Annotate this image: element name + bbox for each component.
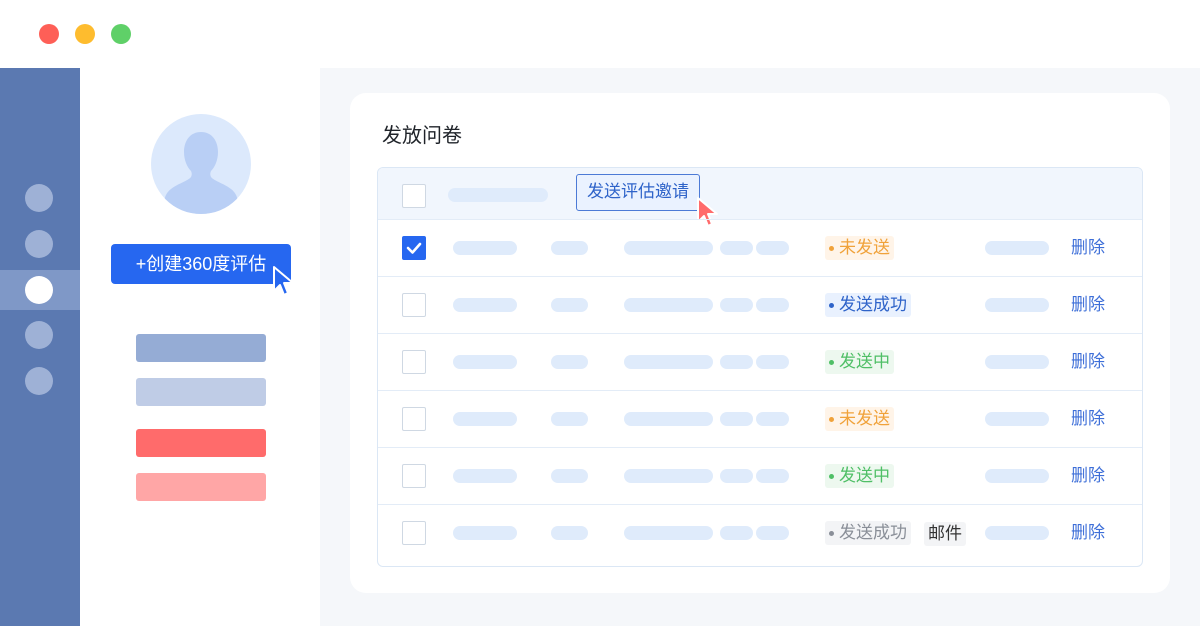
cell-placeholder [453, 526, 517, 540]
avatar [151, 114, 251, 214]
row-checkbox[interactable] [402, 350, 426, 374]
delete-link[interactable]: 删除 [1071, 464, 1105, 488]
checkmark-icon [406, 242, 422, 254]
cell-placeholder [624, 526, 713, 540]
placeholder-bar-red-2 [136, 473, 266, 501]
row-checkbox[interactable] [402, 293, 426, 317]
row-checkbox[interactable] [402, 407, 426, 431]
cell-placeholder [756, 469, 789, 483]
cell-placeholder [756, 298, 789, 312]
window-titlebar [0, 0, 1200, 68]
recipients-table: 发送评估邀请 未发送 删除 发送成功 删除 发送中 删除 未发送 删除 发送中 删除 发送成功 邮件删… [377, 167, 1143, 567]
cell-placeholder [985, 469, 1049, 483]
cell-placeholder [720, 241, 753, 255]
send-evaluation-invite-button[interactable]: 发送评估邀请 [576, 174, 700, 211]
placeholder-bar-blue-2 [136, 378, 266, 406]
cell-placeholder [453, 298, 517, 312]
status-badge: 未发送 [825, 236, 894, 260]
select-all-checkbox[interactable] [402, 184, 426, 208]
cell-placeholder [624, 469, 713, 483]
cell-placeholder [453, 241, 517, 255]
table-header: 发送评估邀请 [378, 168, 1142, 227]
status-badge: 发送成功 [825, 521, 911, 545]
table-row: 未发送 删除 [378, 390, 1142, 447]
cell-placeholder [720, 469, 753, 483]
cell-placeholder [985, 355, 1049, 369]
cell-placeholder [756, 412, 789, 426]
table-row: 发送中 删除 [378, 447, 1142, 504]
channel-tag: 邮件 [924, 522, 966, 546]
header-placeholder [448, 188, 548, 202]
maximize-window-button[interactable] [111, 24, 131, 44]
mouse-cursor-icon [273, 266, 294, 296]
sidebar-item-1[interactable] [25, 184, 53, 212]
cell-placeholder [756, 241, 789, 255]
sidebar-item-3-active[interactable] [0, 270, 80, 310]
status-badge: 发送中 [825, 350, 894, 374]
table-row: 未发送 删除 [378, 219, 1142, 276]
cell-placeholder [720, 412, 753, 426]
cell-placeholder [624, 355, 713, 369]
cell-placeholder [551, 355, 588, 369]
sidebar-item-3-dot [25, 276, 53, 304]
sidebar-rail [0, 68, 80, 626]
cell-placeholder [720, 526, 753, 540]
sidebar-item-2[interactable] [25, 230, 53, 258]
cell-placeholder [453, 412, 517, 426]
sidebar-item-4[interactable] [25, 321, 53, 349]
cell-placeholder [551, 241, 588, 255]
cell-placeholder [985, 298, 1049, 312]
cell-placeholder [624, 412, 713, 426]
user-silhouette-icon [164, 132, 238, 214]
main-area: 发放问卷 发送评估邀请 未发送 删除 发送成功 删除 发送中 删除 未发送 删除 发送中 删除 发送… [320, 68, 1200, 626]
questionnaire-card: 发放问卷 发送评估邀请 未发送 删除 发送成功 删除 发送中 删除 未发送 删除 发送中 删除 发送… [350, 93, 1170, 593]
close-window-button[interactable] [39, 24, 59, 44]
sidebar-item-5[interactable] [25, 367, 53, 395]
delete-link[interactable]: 删除 [1071, 293, 1105, 317]
table-row: 发送中 删除 [378, 333, 1142, 390]
status-badge: 未发送 [825, 407, 894, 431]
cell-placeholder [985, 526, 1049, 540]
cell-placeholder [720, 355, 753, 369]
cell-placeholder [551, 298, 588, 312]
cell-placeholder [756, 526, 789, 540]
status-badge: 发送成功 [825, 293, 911, 317]
cell-placeholder [624, 298, 713, 312]
profile-panel: +创建360度评估 [80, 68, 320, 626]
page-title: 发放问卷 [382, 123, 462, 147]
cell-placeholder [453, 469, 517, 483]
delete-link[interactable]: 删除 [1071, 236, 1105, 260]
row-checkbox[interactable] [402, 464, 426, 488]
cell-placeholder [985, 241, 1049, 255]
cell-placeholder [624, 241, 713, 255]
row-checkbox[interactable] [402, 521, 426, 545]
cell-placeholder [720, 298, 753, 312]
cell-placeholder [756, 355, 789, 369]
minimize-window-button[interactable] [75, 24, 95, 44]
cell-placeholder [551, 526, 588, 540]
delete-link[interactable]: 删除 [1071, 350, 1105, 374]
delete-link[interactable]: 删除 [1071, 521, 1105, 545]
cell-placeholder [551, 469, 588, 483]
placeholder-bar-blue-1 [136, 334, 266, 362]
table-row: 发送成功 删除 [378, 276, 1142, 333]
status-badge: 发送中 [825, 464, 894, 488]
table-row: 发送成功 邮件 删除 [378, 504, 1142, 561]
cell-placeholder [985, 412, 1049, 426]
delete-link[interactable]: 删除 [1071, 407, 1105, 431]
row-checkbox[interactable] [402, 236, 426, 260]
placeholder-bar-red-1 [136, 429, 266, 457]
create-360-evaluation-button[interactable]: +创建360度评估 [111, 244, 291, 284]
cell-placeholder [453, 355, 517, 369]
cell-placeholder [551, 412, 588, 426]
